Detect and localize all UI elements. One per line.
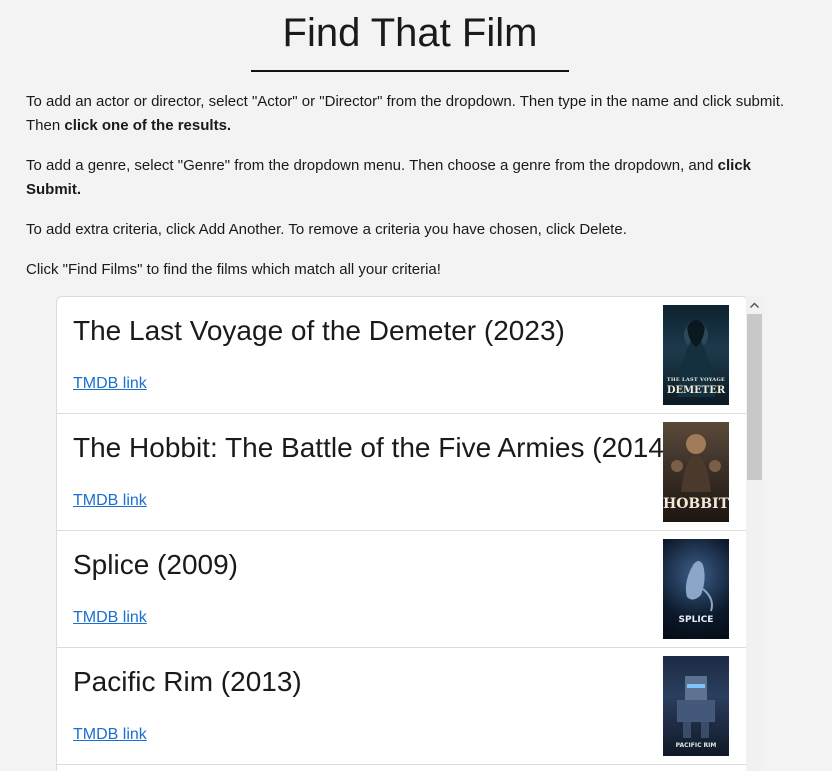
- robot-poster-icon: PACIFIC RIM: [663, 656, 729, 756]
- results-list[interactable]: The Last Voyage of the Demeter (2023) TM…: [56, 296, 748, 771]
- film-card: Splice (2009) TMDB link SPLICE: [57, 531, 747, 648]
- instruction-actor-director: To add an actor or director, select "Act…: [26, 90, 806, 138]
- scrollbar-thumb[interactable]: [747, 314, 762, 480]
- film-card: Pacific Rim (2013) TMDB link PACIFIC RIM: [57, 648, 747, 765]
- poster-art: [677, 676, 715, 738]
- creature-poster-icon: SPLICE: [663, 539, 729, 639]
- chevron-up-icon[interactable]: [746, 296, 763, 313]
- instruction-find-films: Click "Find Films" to find the films whi…: [26, 261, 441, 278]
- chevron-shape: [750, 302, 759, 308]
- warriors-poster-icon: HOBBIT: [663, 422, 729, 522]
- results-scrollbar[interactable]: [746, 296, 763, 771]
- instruction-bold: click one of the results.: [64, 117, 232, 134]
- film-card: The Hobbit: The Battle of the Five Armie…: [57, 414, 747, 531]
- tmdb-link[interactable]: TMDB link: [73, 609, 147, 627]
- film-card: The Last Voyage of the Demeter (2023) TM…: [57, 297, 747, 414]
- page: Find That Film To add an actor or direct…: [0, 0, 832, 771]
- poster-caption: THE LAST VOYAGE: [666, 377, 726, 383]
- poster-caption: SPLICE: [678, 615, 714, 625]
- instruction-genre: To add a genre, select "Genre" from the …: [26, 154, 806, 202]
- poster-caption: DEMETER: [666, 385, 726, 396]
- ghostly-figure-poster-icon: THE LAST VOYAGE DEMETER: [663, 305, 729, 405]
- poster-caption: HOBBIT: [663, 496, 729, 512]
- film-title: The Last Voyage of the Demeter (2023): [73, 315, 565, 346]
- poster-caption: PACIFIC RIM: [675, 742, 717, 749]
- tmdb-link[interactable]: TMDB link: [73, 492, 147, 510]
- instruction-extra-criteria: To add extra criteria, click Add Another…: [26, 221, 627, 238]
- film-title: The Hobbit: The Battle of the Five Armie…: [73, 432, 674, 463]
- instruction-text: To add a genre, select "Genre" from the …: [26, 157, 718, 174]
- page-title: Find That Film: [250, 8, 570, 72]
- film-title: Splice (2009): [73, 549, 238, 580]
- instructions: To add an actor or director, select "Act…: [26, 90, 806, 298]
- tmdb-link[interactable]: TMDB link: [73, 726, 147, 744]
- header: Find That Film: [0, 8, 820, 72]
- film-title: Pacific Rim (2013): [73, 666, 302, 697]
- tmdb-link[interactable]: TMDB link: [73, 375, 147, 393]
